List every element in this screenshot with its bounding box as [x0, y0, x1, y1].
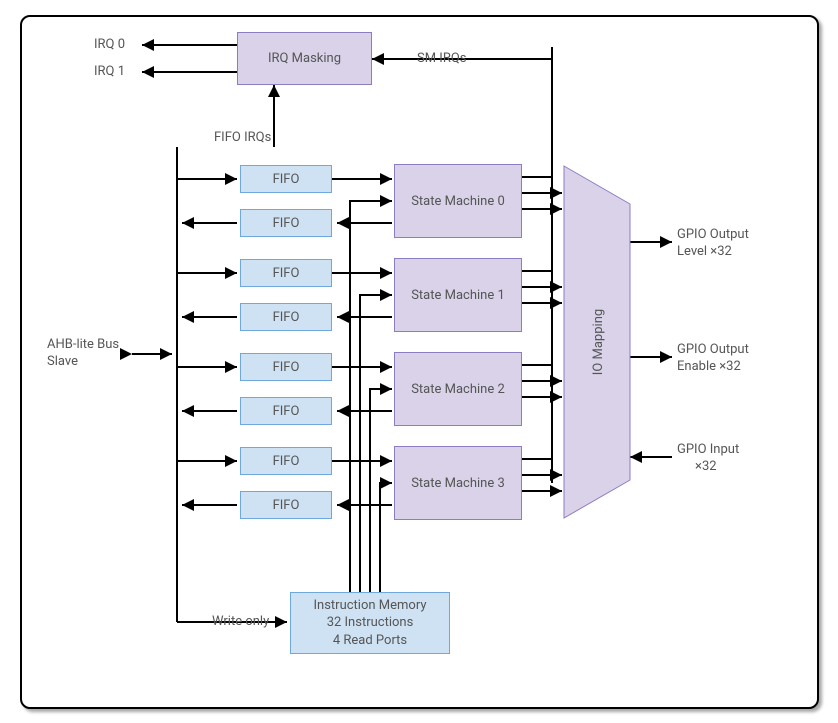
fifo-block: FIFO: [240, 397, 332, 425]
instr-mem-line: 32 Instructions: [327, 614, 414, 632]
irq1-label: IRQ 1: [94, 64, 125, 81]
fifo-block: FIFO: [240, 447, 332, 475]
fifo-label: FIFO: [273, 266, 300, 281]
gpio-line: GPIO Output: [677, 342, 749, 357]
gpio-output-enable-label: GPIO Output Enable ×32: [677, 342, 749, 376]
gpio-line: GPIO Input: [677, 442, 739, 457]
sm-label: State Machine 3: [411, 476, 505, 491]
fifo-irqs-label: FIFO IRQs: [214, 130, 271, 147]
instr-mem-line: 4 Read Ports: [333, 632, 407, 650]
fifo-label: FIFO: [273, 172, 300, 187]
gpio-line: Enable ×32: [677, 359, 741, 374]
io-mapping-label: IO Mapping: [591, 309, 606, 375]
fifo-block: FIFO: [240, 353, 332, 381]
io-mapping-block: IO Mapping: [562, 164, 632, 520]
irq-masking-label: IRQ Masking: [268, 51, 341, 66]
instr-mem-line: Instruction Memory: [313, 597, 426, 615]
ahb-label: AHB-lite Bus Slave: [47, 337, 119, 371]
write-only-label: Write only: [212, 614, 269, 631]
irq-masking-block: IRQ Masking: [237, 32, 372, 85]
state-machine-0: State Machine 0: [394, 164, 522, 238]
fifo-block: FIFO: [240, 491, 332, 519]
diagram-canvas: .l { stroke:#000; stroke-width:2; fill:n…: [20, 15, 819, 709]
gpio-line: GPIO Output: [677, 227, 749, 242]
fifo-block: FIFO: [240, 209, 332, 237]
state-machine-1: State Machine 1: [394, 258, 522, 332]
sm-label: State Machine 0: [411, 194, 505, 209]
sm-irqs-label: SM IRQs: [417, 51, 467, 68]
instruction-memory-block: Instruction Memory 32 Instructions 4 Rea…: [290, 592, 450, 654]
gpio-output-level-label: GPIO Output Level ×32: [677, 227, 749, 261]
fifo-label: FIFO: [273, 404, 300, 419]
sm-label: State Machine 2: [411, 382, 505, 397]
fifo-label: FIFO: [273, 310, 300, 325]
irq0-label: IRQ 0: [94, 37, 125, 54]
fifo-label: FIFO: [273, 216, 300, 231]
fifo-label: FIFO: [273, 498, 300, 513]
state-machine-3: State Machine 3: [394, 446, 522, 520]
gpio-line: ×32: [695, 459, 717, 474]
fifo-label: FIFO: [273, 454, 300, 469]
ahb-line: AHB-lite Bus: [47, 337, 119, 352]
ahb-line: Slave: [47, 354, 78, 369]
state-machine-2: State Machine 2: [394, 352, 522, 426]
sm-label: State Machine 1: [411, 288, 505, 303]
fifo-block: FIFO: [240, 165, 332, 193]
gpio-line: Level ×32: [677, 244, 732, 259]
fifo-label: FIFO: [273, 360, 300, 375]
fifo-block: FIFO: [240, 303, 332, 331]
diagram-frame: .l { stroke:#000; stroke-width:2; fill:n…: [0, 0, 838, 723]
gpio-input-label: GPIO Input ×32: [677, 442, 739, 476]
fifo-block: FIFO: [240, 259, 332, 287]
